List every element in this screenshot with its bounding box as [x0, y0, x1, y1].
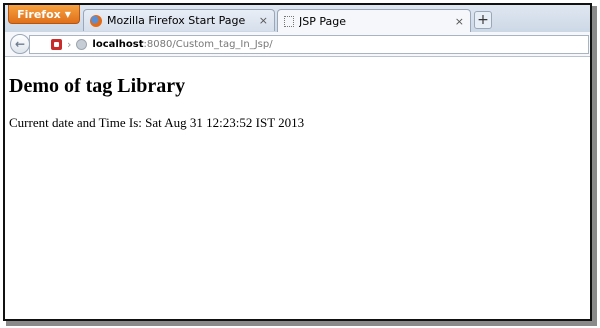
window-shadow-bottom	[6, 321, 597, 326]
back-arrow-icon: ←	[14, 37, 26, 51]
tab-title: JSP Page	[299, 14, 346, 28]
window-shadow-right	[592, 6, 597, 324]
tab-jsp-page[interactable]: JSP Page ×	[277, 9, 471, 32]
page-heading: Demo of tag Library	[9, 75, 186, 97]
navigation-toolbar: › localhost:8080/Custom_tag_In_Jsp/ ←	[5, 32, 590, 57]
chevron-down-icon: ▼	[64, 9, 71, 19]
firefox-menu-button[interactable]: Firefox ▼	[8, 5, 80, 24]
site-identity-icon[interactable]	[51, 39, 62, 50]
page-content: Demo of tag Library Current date and Tim…	[5, 57, 590, 319]
blank-page-icon	[284, 15, 294, 27]
close-icon[interactable]: ×	[259, 14, 268, 27]
firefox-icon	[90, 14, 102, 27]
back-button[interactable]: ←	[10, 34, 30, 54]
globe-icon	[76, 39, 88, 50]
current-datetime-text: Current date and Time Is: Sat Aug 31 12:…	[9, 115, 305, 130]
new-tab-button[interactable]: +	[474, 11, 492, 29]
chevron-right-icon: ›	[67, 38, 72, 51]
tab-mozilla-start-page[interactable]: Mozilla Firefox Start Page ×	[83, 9, 275, 31]
browser-window: Firefox ▼ Mozilla Firefox Start Page × J…	[3, 3, 592, 321]
firefox-menu-label: Firefox	[17, 7, 61, 21]
close-icon[interactable]: ×	[455, 15, 464, 28]
tab-strip: Firefox ▼ Mozilla Firefox Start Page × J…	[5, 5, 590, 32]
url-path: :8080/Custom_tag_In_Jsp/	[143, 39, 273, 50]
tab-title: Mozilla Firefox Start Page	[107, 14, 246, 27]
url-text[interactable]: localhost:8080/Custom_tag_In_Jsp/	[92, 39, 272, 50]
url-host: localhost	[92, 39, 144, 50]
url-bar[interactable]: › localhost:8080/Custom_tag_In_Jsp/	[29, 35, 589, 54]
